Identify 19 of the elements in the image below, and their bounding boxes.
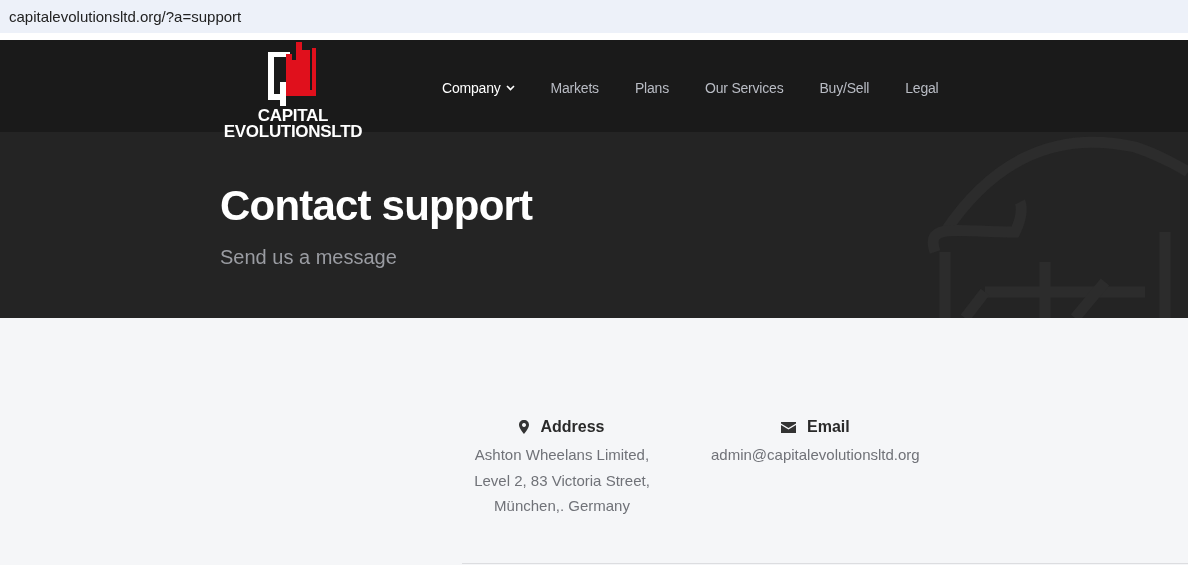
map-pin-icon — [519, 420, 530, 434]
nav-link[interactable]: Markets — [550, 80, 599, 96]
logo-text: CAPITAL — [257, 108, 329, 124]
nav-link[interactable]: Legal — [905, 80, 939, 96]
contact-heading: Email — [807, 418, 850, 436]
nav-link[interactable]: Plans — [634, 80, 669, 96]
envelope-icon — [781, 421, 796, 433]
nav-link[interactable]: Company — [442, 80, 515, 96]
address-line: München,. Germany — [494, 496, 630, 516]
nav-link[interactable]: Buy/Sell — [819, 80, 870, 96]
email-link[interactable]: admin@capitalevolutionsltd.org — [711, 442, 920, 468]
url-text[interactable]: capitalevolutionsltd.org/?a=support — [9, 8, 242, 25]
address-line: Ashton Wheelans Limited, — [474, 445, 650, 465]
page-title: Contact support — [220, 182, 534, 230]
contact-heading: Address — [540, 418, 605, 436]
page-subtitle: Send us a message — [220, 246, 398, 269]
logo-text: EVOLUTIONSLTD — [223, 124, 363, 140]
address-line: Level 2, 83 Victoria Street, — [474, 470, 650, 491]
nav-link[interactable]: Our Services — [704, 80, 784, 96]
